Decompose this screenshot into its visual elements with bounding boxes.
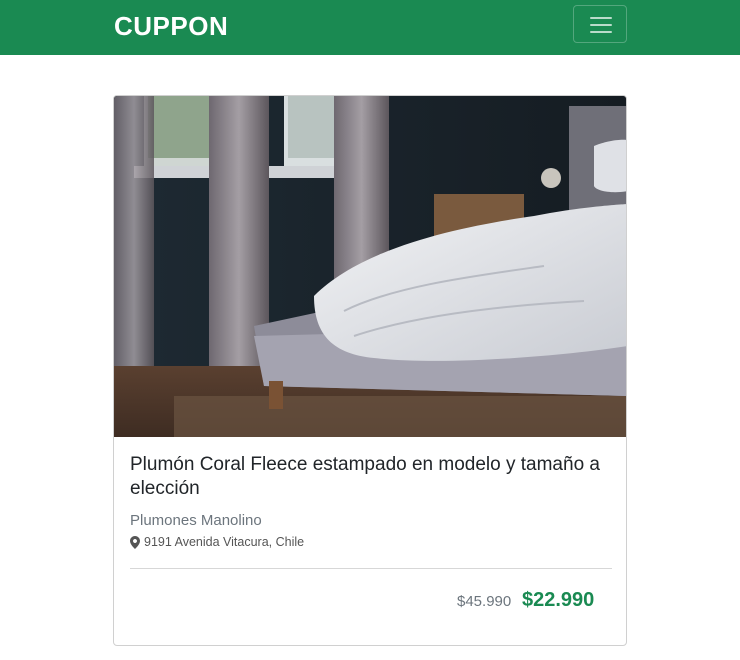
address: 9191 Avenida Vitacura, Chile [130,535,304,549]
map-marker-icon [130,535,140,549]
deal-card[interactable]: Plumón Coral Fleece estampado en modelo … [113,95,627,646]
bedroom-photo [114,96,626,437]
vendor-name: Plumones Manolino [130,512,262,529]
address-text: 9191 Avenida Vitacura, Chile [144,535,305,549]
original-price: $45.990 [457,593,512,610]
hamburger-menu-icon [590,24,612,26]
discounted-price: $22.990 [522,589,595,611]
hamburger-menu-icon [590,17,612,19]
menu-toggle-button[interactable] [573,5,627,43]
deal-title[interactable]: Plumón Coral Fleece estampado en modelo … [130,453,612,501]
navbar: CUPPON [0,0,740,55]
brand-logo[interactable]: CUPPON [114,11,228,41]
deal-image[interactable] [114,96,626,437]
divider [130,568,612,569]
hamburger-menu-icon [590,31,612,33]
